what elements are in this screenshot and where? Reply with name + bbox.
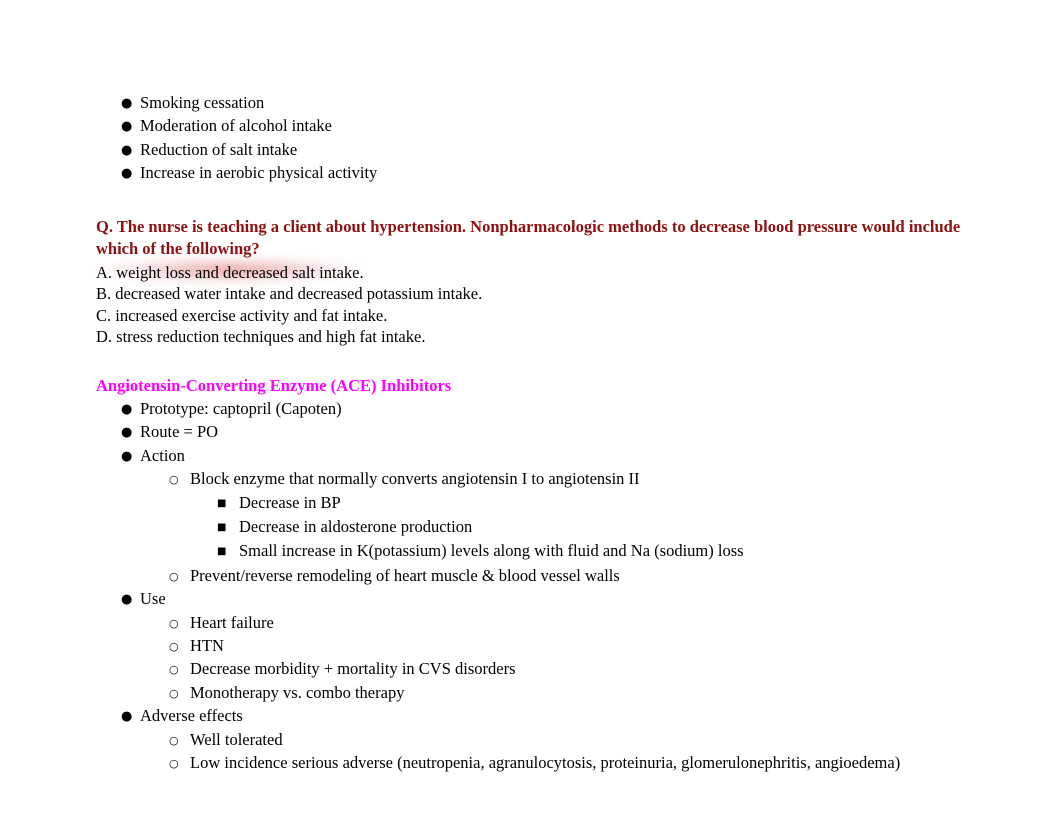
question-line-2: which of the following? bbox=[96, 239, 260, 259]
list-item: ■ Decrease in aldosterone production bbox=[96, 516, 996, 540]
answer-options-list: A. weight loss and decreased salt intake… bbox=[96, 262, 996, 348]
list-item: ○ HTN bbox=[96, 635, 996, 658]
list-item-label: Reduction of salt intake bbox=[140, 139, 298, 159]
list-item-label: Small increase in K(potassium) levels al… bbox=[239, 541, 744, 561]
list-item: ■ Decrease in BP bbox=[96, 492, 996, 516]
list-item-label: Action bbox=[140, 445, 185, 465]
list-item: ● Increase in aerobic physical activity bbox=[96, 162, 996, 185]
list-item-label: Well tolerated bbox=[190, 729, 283, 749]
bullet-disc-icon: ● bbox=[121, 142, 133, 158]
bullet-disc-icon: ● bbox=[121, 592, 133, 608]
bullet-square-icon: ■ bbox=[217, 497, 227, 509]
question-line-1: Q. The nurse is teaching a client about … bbox=[96, 216, 961, 236]
list-item-label: Decrease in aldosterone production bbox=[239, 517, 473, 537]
document-content: ● Smoking cessation ● Moderation of alcohol… bbox=[94, 92, 996, 776]
nclex-question-block: Q. The nurse is teaching a client about … bbox=[94, 216, 996, 348]
list-item: ● Smoking cessation bbox=[96, 92, 996, 115]
bullet-disc-icon: ● bbox=[121, 166, 133, 182]
list-item-label: Decrease in BP bbox=[239, 492, 341, 512]
list-item-label: HTN bbox=[190, 636, 224, 656]
list-item-label: Monotherapy vs. combo therapy bbox=[190, 682, 405, 702]
list-item-label: Use bbox=[140, 589, 166, 609]
list-item-label: Prevent/reverse remodeling of heart musc… bbox=[190, 565, 620, 585]
list-item: ● Reduction of salt intake bbox=[96, 139, 996, 162]
list-item: ○ Decrease morbidity + mortality in CVS d… bbox=[96, 658, 996, 681]
bullet-circle-icon: ○ bbox=[169, 640, 179, 654]
bullet-circle-icon: ○ bbox=[169, 733, 179, 747]
list-item: ● Moderation of alcohol intake bbox=[96, 115, 996, 138]
list-item-label: Smoking cessation bbox=[140, 93, 265, 112]
list-item-label: Route = PO bbox=[140, 422, 219, 442]
list-item-label: Decrease morbidity + mortality in CVS di… bbox=[190, 659, 516, 679]
list-item: ○ Well tolerated bbox=[96, 729, 996, 752]
ace-inhibitors-outline: ● Prototype: captopril (Capoten) ● Route = … bbox=[96, 398, 996, 776]
bullet-circle-icon: ○ bbox=[169, 757, 179, 771]
list-item: ● Route = PO bbox=[96, 421, 996, 444]
answer-option-b[interactable]: B. decreased water intake and decreased … bbox=[96, 283, 996, 305]
list-item-label: Prototype: captopril (Capoten) bbox=[140, 399, 342, 418]
list-item: ○ Low incidence serious adverse (neutrope… bbox=[96, 752, 996, 775]
list-item: ○ Monotherapy vs. combo therapy bbox=[96, 682, 996, 705]
list-item-label: Heart failure bbox=[190, 612, 274, 632]
bullet-circle-icon: ○ bbox=[169, 569, 179, 583]
bullet-disc-icon: ● bbox=[121, 425, 133, 441]
list-item: ● Action bbox=[96, 445, 996, 468]
list-item-label: Increase in aerobic physical activity bbox=[140, 163, 378, 183]
list-item: ○ Heart failure bbox=[96, 612, 996, 635]
list-item: ○ Block enzyme that normally converts ang… bbox=[96, 468, 996, 491]
bullet-square-icon: ■ bbox=[217, 522, 227, 534]
answer-option-a[interactable]: A. weight loss and decreased salt intake… bbox=[96, 262, 996, 284]
bullet-circle-icon: ○ bbox=[169, 686, 179, 700]
document-page: ● Smoking cessation ● Moderation of alcohol… bbox=[0, 0, 1062, 822]
list-item: ■ Small increase in K(potassium) levels a… bbox=[96, 540, 996, 564]
section-heading-ace-inhibitors: Angiotensin-Converting Enzyme (ACE) Inhi… bbox=[96, 376, 452, 395]
list-item-label: Low incidence serious adverse (neutropen… bbox=[190, 753, 901, 773]
bullet-disc-icon: ● bbox=[121, 119, 133, 135]
bullet-disc-icon: ● bbox=[121, 96, 133, 111]
bullet-disc-icon: ● bbox=[121, 709, 133, 725]
answer-option-c[interactable]: C. increased exercise activity and fat i… bbox=[96, 305, 996, 327]
list-item-label: Moderation of alcohol intake bbox=[140, 116, 332, 136]
bullet-square-icon: ■ bbox=[217, 546, 227, 558]
answer-option-d[interactable]: D. stress reduction techniques and high … bbox=[96, 326, 996, 348]
bullet-disc-icon: ● bbox=[121, 448, 133, 464]
bullet-disc-icon: ● bbox=[121, 402, 133, 417]
list-item: ○ Prevent/reverse remodeling of heart mus… bbox=[96, 565, 996, 588]
list-item: ● Adverse effects bbox=[96, 705, 996, 728]
list-item-label: Block enzyme that normally converts angi… bbox=[190, 469, 640, 489]
bullet-circle-icon: ○ bbox=[169, 473, 179, 487]
list-item-label: Adverse effects bbox=[140, 706, 243, 726]
lifestyle-modifications-list: ● Smoking cessation ● Moderation of alcohol… bbox=[96, 92, 996, 186]
bullet-circle-icon: ○ bbox=[169, 616, 179, 630]
bullet-circle-icon: ○ bbox=[169, 663, 179, 677]
list-item: ● Prototype: captopril (Capoten) bbox=[96, 398, 996, 421]
question-text: Q. The nurse is teaching a client about … bbox=[96, 216, 966, 261]
list-item: ● Use bbox=[96, 588, 996, 611]
